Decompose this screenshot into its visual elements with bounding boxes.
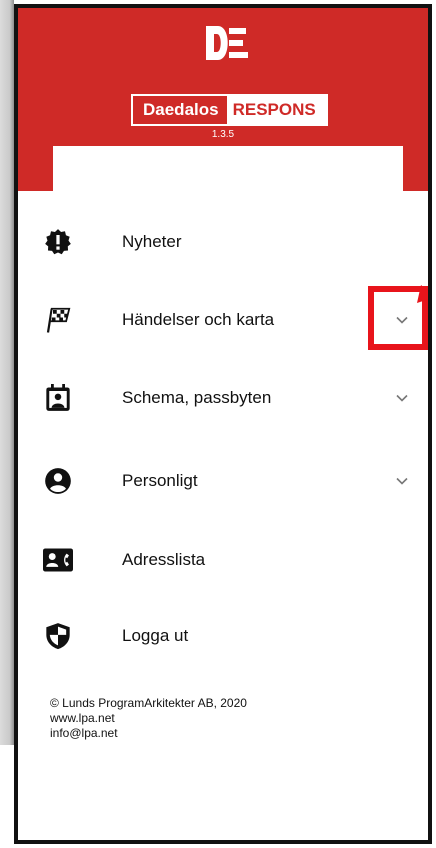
drawer-footer: © Lunds ProgramArkitekter AB, 2020 www.l…: [50, 696, 247, 741]
menu-item-adresslista[interactable]: Adresslista: [18, 530, 428, 590]
brand-daedalos: Daedalos: [133, 96, 227, 124]
calendar-user-icon: [43, 383, 73, 413]
header-tab: [53, 146, 403, 196]
account-circle-icon: [43, 466, 73, 496]
annotation-arrow-icon: [417, 285, 428, 303]
menu-label-adresslista: Adresslista: [122, 550, 206, 569]
menu-label-personligt: Personligt: [122, 471, 198, 490]
drawer-header: Daedalos RESPONS 1.3.5: [18, 8, 428, 196]
menu-label-logga-ut: Logga ut: [122, 626, 189, 645]
menu-label-nyheter: Nyheter: [122, 232, 182, 251]
contact-card-icon: [43, 545, 73, 575]
menu-item-nyheter[interactable]: Nyheter: [18, 212, 428, 272]
phone-frame: Daedalos RESPONS 1.3.5 Nyheter Händelser…: [14, 4, 432, 844]
app-version: 1.3.5: [211, 129, 235, 140]
left-shadow: [0, 0, 14, 745]
footer-copyright: © Lunds ProgramArkitekter AB, 2020: [50, 696, 247, 710]
menu-label-handelser: Händelser och karta: [122, 310, 275, 329]
footer-email[interactable]: info@lpa.net: [50, 726, 247, 741]
menu-item-logga-ut[interactable]: Logga ut: [18, 606, 428, 666]
chevron-down-icon[interactable]: [394, 390, 410, 406]
menu-label-schema: Schema, passbyten: [122, 388, 272, 407]
brand-lockup: Daedalos RESPONS: [131, 94, 328, 126]
alert-badge-icon: [43, 227, 73, 257]
menu-item-personligt[interactable]: Personligt: [18, 451, 428, 511]
brand-respons: RESPONS: [226, 96, 326, 124]
shield-icon: [43, 621, 73, 651]
chevron-down-icon[interactable]: [394, 473, 410, 489]
menu-item-handelser[interactable]: Händelser och karta: [18, 290, 428, 350]
daedalos-logo-icon: [206, 26, 248, 60]
menu-item-schema[interactable]: Schema, passbyten: [18, 368, 428, 428]
checkered-flag-icon: [43, 305, 73, 335]
footer-website[interactable]: www.lpa.net: [50, 711, 247, 726]
